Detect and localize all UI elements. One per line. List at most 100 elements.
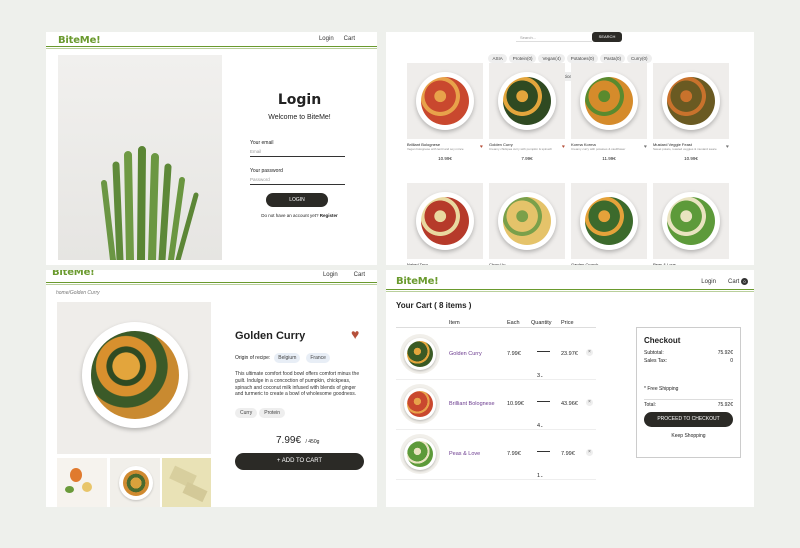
product-card[interactable]: Garden Crunch♥ (571, 183, 647, 265)
favorite-heart-icon[interactable]: ♥ (480, 264, 483, 265)
product-image[interactable] (489, 183, 565, 259)
header-divider-light (46, 48, 377, 49)
product-image[interactable] (571, 63, 647, 139)
cart-item-name[interactable]: Peas & Love (449, 451, 480, 457)
filter-chip[interactable]: Protein(0) (508, 54, 537, 63)
food-image (503, 197, 551, 245)
brand-logo[interactable]: BiteMe! (58, 35, 101, 46)
cart-item-image (400, 384, 440, 424)
nav-cart-link[interactable]: Cart 0 (728, 278, 748, 285)
tax-value: 0 (730, 358, 733, 364)
header-divider-light (386, 291, 754, 292)
favorite-heart-icon[interactable]: ♥ (644, 264, 647, 265)
catalog-panel: Search... SEARCH ASIA Protein(0) Vegan(4) P… (386, 32, 754, 265)
product-desc: Creamy curry with potatoes & cauliflower (571, 147, 626, 151)
product-name[interactable]: Brilliant Bolognese (407, 142, 483, 147)
header-divider (46, 46, 377, 47)
col-item: Item (449, 320, 460, 326)
favorite-heart-icon[interactable]: ♥ (351, 326, 359, 342)
favorite-heart-icon[interactable]: ♥ (726, 264, 729, 265)
product-image[interactable] (407, 63, 483, 139)
nav-cart-link[interactable]: Cart (354, 272, 365, 278)
filter-chip[interactable]: Curry(0) (627, 54, 652, 63)
nav-login-link[interactable]: Login (319, 36, 334, 42)
breadcrumb[interactable]: home/Golden Curry (56, 290, 100, 296)
filter-chip[interactable]: Potatoes(0) (566, 54, 599, 63)
product-name[interactable]: Naked Taco (407, 262, 483, 265)
total-label: Total: (644, 402, 656, 408)
cart-item-image (400, 334, 440, 374)
product-card[interactable]: Golden Curry ♥ Creamy chickpea curry with … (489, 63, 565, 161)
origin-tag: France (306, 353, 330, 363)
product-image[interactable] (653, 183, 729, 259)
checkout-box: Checkout Subtotal: 75.92€ Sales Tax: 0 *… (636, 327, 741, 458)
product-image[interactable] (571, 183, 647, 259)
favorite-heart-icon[interactable]: ♥ (644, 144, 647, 150)
food-image (407, 391, 433, 417)
add-to-cart-button[interactable]: + ADD TO CART (235, 453, 364, 470)
asparagus-image (58, 55, 222, 264)
food-image (421, 77, 469, 125)
product-name[interactable]: Chow Up (489, 262, 565, 265)
remove-item-icon[interactable]: × (586, 349, 593, 356)
chevron-down-icon: ⌄ (540, 473, 544, 478)
filter-chip[interactable]: ASIA (488, 54, 507, 63)
cart-item-name[interactable]: Golden Curry (449, 351, 482, 357)
favorite-heart-icon[interactable]: ♥ (562, 144, 565, 150)
quantity-select[interactable]: 1 ⌄ (537, 451, 550, 479)
remove-item-icon[interactable]: × (586, 449, 593, 456)
filter-chip[interactable]: Vegan(4) (538, 54, 565, 63)
search-button[interactable]: SEARCH (592, 32, 622, 42)
remove-item-icon[interactable]: × (586, 399, 593, 406)
keep-shopping-link[interactable]: Keep Shopping (644, 433, 733, 439)
nav-login-link[interactable]: Login (701, 279, 716, 285)
product-card[interactable]: Chow Up♥ (489, 183, 565, 265)
product-thumbnail[interactable] (57, 458, 107, 507)
brand-logo[interactable]: BiteMe! (396, 276, 439, 287)
subtotal-value: 75.92€ (717, 350, 733, 356)
quantity-select[interactable]: 4 ⌄ (537, 401, 550, 429)
favorite-heart-icon[interactable]: ♥ (562, 264, 565, 265)
no-account-text: Do not have an account yet? (261, 213, 319, 218)
product-name[interactable]: Golden Curry (489, 142, 565, 147)
product-card[interactable]: Naked Taco♥ (407, 183, 483, 265)
chevron-down-icon: ⌄ (540, 373, 544, 378)
proceed-checkout-button[interactable]: PROCEED TO CHECKOUT (644, 412, 733, 427)
product-price: 10.99€ (438, 155, 452, 161)
cart-item-name[interactable]: Brilliant Bolognese (449, 401, 495, 407)
brand-logo[interactable]: BiteMe! (52, 270, 95, 278)
login-panel: BiteMe! Login Cart Login Welcome to Bite… (46, 32, 377, 265)
register-link[interactable]: Register (320, 213, 338, 218)
subtotal-label: Subtotal: (644, 350, 664, 356)
product-image[interactable] (407, 183, 483, 259)
filter-chip[interactable]: Pasta(0) (600, 54, 626, 63)
checkout-title: Checkout (644, 336, 681, 345)
quantity-select[interactable]: 3 ⌄ (537, 351, 550, 379)
product-image[interactable] (489, 63, 565, 139)
product-thumbnail[interactable] (110, 458, 160, 507)
header-divider (386, 289, 754, 290)
search-input[interactable]: Search... (516, 32, 592, 42)
product-name[interactable]: Korma Korma (571, 142, 647, 147)
product-thumbnail[interactable] (162, 458, 211, 507)
email-field[interactable]: Email (250, 146, 345, 157)
login-button[interactable]: LOGIN (266, 193, 328, 207)
product-card[interactable]: Brilliant Bolognese ♥ Vegan bolognese with… (407, 63, 483, 161)
cart-item-price: 23.97€ (561, 351, 578, 357)
cart-item-each: 7.99€ (507, 351, 521, 357)
nav-cart-link[interactable]: Cart (344, 36, 355, 42)
product-name[interactable]: Peas & Love (653, 262, 729, 265)
password-field[interactable]: Password (250, 174, 345, 185)
product-desc: Sweet potato, roasted veggies & mustard … (653, 147, 717, 151)
favorite-heart-icon[interactable]: ♥ (480, 144, 483, 150)
favorite-heart-icon[interactable]: ♥ (726, 144, 729, 150)
product-card[interactable]: Peas & Love♥ (653, 183, 729, 265)
product-card[interactable]: Korma Korma ♥ Creamy curry with potatoes &… (571, 63, 647, 161)
product-name[interactable]: Mustard Veggie Feast (653, 142, 729, 147)
product-tag: Protein (259, 408, 286, 418)
product-name[interactable]: Garden Crunch (571, 262, 647, 265)
cart-panel: BiteMe! Login Cart 0 Your Cart ( 8 items… (386, 270, 754, 507)
nav-login-link[interactable]: Login (323, 272, 338, 278)
product-image[interactable] (653, 63, 729, 139)
product-card[interactable]: Mustard Veggie Feast ♥ Sweet potato, roast… (653, 63, 729, 161)
